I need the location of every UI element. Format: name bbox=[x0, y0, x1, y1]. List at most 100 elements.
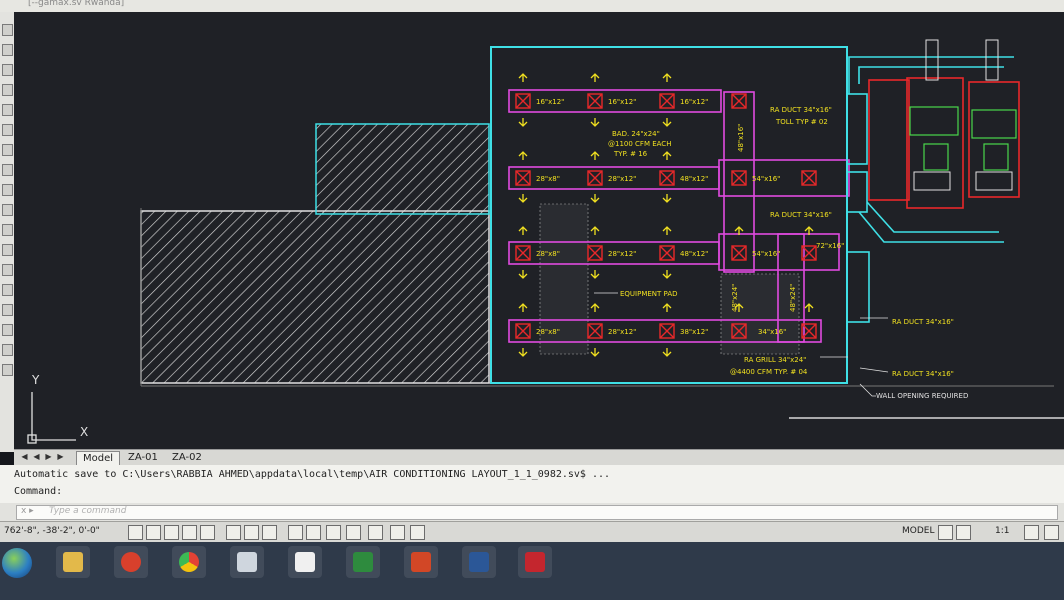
dynamic-ucs-icon[interactable] bbox=[288, 525, 303, 540]
left-toolbar bbox=[0, 12, 15, 452]
media-player-icon[interactable] bbox=[114, 546, 148, 578]
3d-object-snap-icon[interactable] bbox=[244, 525, 259, 540]
snap-mode-icon[interactable] bbox=[146, 525, 161, 540]
ra-duct-label: RA DUCT 34"x16" bbox=[892, 370, 954, 378]
table-tool-icon[interactable] bbox=[2, 324, 13, 336]
object-snap-icon[interactable] bbox=[226, 525, 241, 540]
duct-label: 48"x16" bbox=[737, 124, 745, 152]
bad-typ-label: TYP. # 16 bbox=[613, 150, 648, 158]
hatch-area-upper bbox=[315, 123, 490, 215]
transparency-icon[interactable] bbox=[346, 525, 361, 540]
lineweight-icon[interactable] bbox=[326, 525, 341, 540]
last-tab-icon[interactable]: ▶ bbox=[56, 452, 65, 462]
tab-model[interactable]: Model bbox=[76, 451, 121, 466]
command-placeholder: Type a command bbox=[49, 506, 127, 516]
mtext-tool-icon[interactable] bbox=[2, 344, 13, 356]
duct-label: 34"x16" bbox=[758, 328, 786, 336]
excel-icon[interactable] bbox=[346, 546, 380, 578]
quick-view-drawings-icon[interactable] bbox=[956, 525, 971, 540]
ucs-x-label: X bbox=[80, 425, 88, 439]
duct-label: 48"x12" bbox=[680, 175, 708, 183]
duct-label: 54"x16" bbox=[752, 250, 780, 258]
next-tab-icon[interactable]: ▶ bbox=[44, 452, 53, 462]
make-block-icon[interactable] bbox=[2, 224, 13, 236]
region-tool-icon[interactable] bbox=[2, 304, 13, 316]
polyline-tool-icon[interactable] bbox=[2, 44, 13, 56]
explorer-icon[interactable] bbox=[56, 546, 90, 578]
bad-cfm-label: @1100 CFM EACH bbox=[608, 140, 671, 148]
line-tool-icon[interactable] bbox=[2, 24, 13, 36]
ra-grill-label: RA GRILL 34"x24" bbox=[744, 356, 806, 364]
object-snap-tracking-icon[interactable] bbox=[262, 525, 277, 540]
duct-label: 28"x8" bbox=[536, 175, 560, 183]
grid-display-icon[interactable] bbox=[164, 525, 179, 540]
sync-icon[interactable] bbox=[288, 546, 322, 578]
command-input-row: x ▸ Type a command bbox=[0, 503, 1064, 521]
infer-constraints-icon[interactable] bbox=[128, 525, 143, 540]
command-history: Automatic save to C:\Users\RABBIA AHMED\… bbox=[0, 465, 1064, 503]
system-tray bbox=[994, 537, 1058, 567]
dynamic-input-icon[interactable] bbox=[306, 525, 321, 540]
drawing-canvas: 16"x12" 16"x12" 16"x12" 28"x8" 28"x12" 4… bbox=[27, 39, 1064, 444]
arc-tool-icon[interactable] bbox=[2, 104, 13, 116]
ra-duct-label: RA DUCT 34"x16" bbox=[770, 106, 832, 114]
first-tab-icon[interactable]: ◀ bbox=[20, 452, 29, 462]
hatch-tool-icon[interactable] bbox=[2, 264, 13, 276]
wall-opening-label: WALL OPENING REQUIRED bbox=[876, 392, 968, 400]
status-bar: 762'-8", -38'-2", 0'-0" MODEL 1:1 bbox=[0, 521, 1064, 543]
start-button[interactable] bbox=[2, 548, 32, 578]
duct-label: 28"x12" bbox=[608, 328, 636, 336]
ortho-mode-icon[interactable] bbox=[182, 525, 197, 540]
duct-label: 28"x8" bbox=[536, 250, 560, 258]
add-selected-icon[interactable] bbox=[2, 364, 13, 376]
chrome-icon[interactable] bbox=[172, 546, 206, 578]
spline-tool-icon[interactable] bbox=[2, 164, 13, 176]
quick-properties-icon[interactable] bbox=[368, 525, 383, 540]
selection-cycling-icon[interactable] bbox=[390, 525, 405, 540]
gradient-tool-icon[interactable] bbox=[2, 284, 13, 296]
duct-label: 72"x16" bbox=[816, 242, 844, 250]
ucs-icon bbox=[27, 392, 76, 444]
tab-za-02[interactable]: ZA-02 bbox=[166, 451, 208, 465]
duct-label: 48"x24" bbox=[731, 284, 739, 312]
file-manager-icon[interactable] bbox=[230, 546, 264, 578]
prev-tab-icon[interactable]: ◀ bbox=[32, 452, 41, 462]
rectangle-tool-icon[interactable] bbox=[2, 84, 13, 96]
duct-label: 28"x8" bbox=[536, 328, 560, 336]
command-input[interactable]: x ▸ Type a command bbox=[16, 505, 1058, 520]
ucs-y-label: Y bbox=[31, 373, 40, 387]
quick-view-layouts-icon[interactable] bbox=[938, 525, 953, 540]
polar-tracking-icon[interactable] bbox=[200, 525, 215, 540]
model-space-button[interactable]: MODEL bbox=[902, 526, 934, 536]
polygon-tool-icon[interactable] bbox=[2, 64, 13, 76]
command-history-line: Automatic save to C:\Users\RABBIA AHMED\… bbox=[14, 469, 611, 480]
revcloud-tool-icon[interactable] bbox=[2, 144, 13, 156]
duct-label: 16"x12" bbox=[608, 98, 636, 106]
point-tool-icon[interactable] bbox=[2, 244, 13, 256]
title-strip: [--gamax.sv Rwanda] bbox=[0, 0, 1064, 12]
drawing-area[interactable]: 16"x12" 16"x12" 16"x12" 28"x8" 28"x12" 4… bbox=[14, 12, 1064, 449]
coordinate-readout: 762'-8", -38'-2", 0'-0" bbox=[4, 526, 100, 536]
circle-tool-icon[interactable] bbox=[2, 124, 13, 136]
bad-label: BAD. 24"x24" bbox=[612, 130, 660, 138]
duct-label: 28"x12" bbox=[608, 175, 636, 183]
taskbar bbox=[0, 542, 1064, 600]
annotation-monitor-icon[interactable] bbox=[410, 525, 425, 540]
duct-label: 54"x16" bbox=[752, 175, 780, 183]
word-icon[interactable] bbox=[462, 546, 496, 578]
ra-duct-label: RA DUCT 34"x16" bbox=[892, 318, 954, 326]
powerpoint-icon[interactable] bbox=[404, 546, 438, 578]
duct-label: 48"x12" bbox=[680, 250, 708, 258]
duct-label: 38"x12" bbox=[680, 328, 708, 336]
ra-duct-label: TOLL TYP # 02 bbox=[775, 118, 828, 126]
tab-za-01[interactable]: ZA-01 bbox=[122, 451, 164, 465]
autocad-icon[interactable] bbox=[518, 546, 552, 578]
ahu-units bbox=[868, 77, 1020, 209]
ellipse-tool-icon[interactable] bbox=[2, 184, 13, 196]
window-title: [--gamax.sv Rwanda] bbox=[28, 0, 125, 8]
insert-block-icon[interactable] bbox=[2, 204, 13, 216]
duct-label: 16"x12" bbox=[680, 98, 708, 106]
annotation-scale[interactable]: 1:1 bbox=[995, 526, 1009, 536]
ra-duct-label: RA DUCT 34"x16" bbox=[770, 211, 832, 219]
layout-tabs: ◀ ◀ ▶ ▶ Model ZA-01 ZA-02 bbox=[14, 449, 1064, 466]
